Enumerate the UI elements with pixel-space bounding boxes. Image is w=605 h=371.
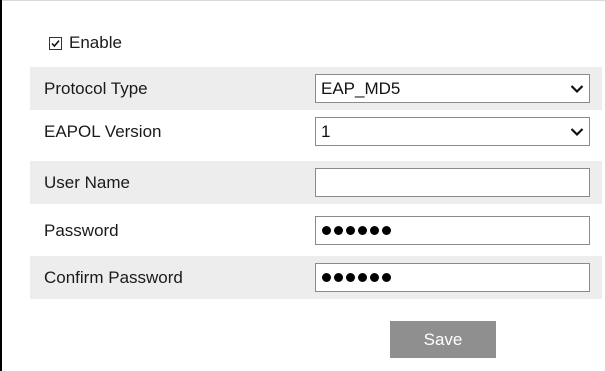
confirm-password-input[interactable] [315,263,590,292]
enable-label: Enable [69,33,122,52]
confirm-password-mask-dot [370,273,379,282]
save-button[interactable]: Save [390,321,496,358]
protocol-type-label: Protocol Type [44,78,148,98]
user-name-row: User Name [30,161,602,204]
confirm-password-label: Confirm Password [44,267,183,287]
chevron-down-icon [570,128,584,137]
password-mask-dot [358,226,367,235]
password-mask-dot [346,226,355,235]
password-row: Password [30,209,602,252]
eapol-version-value: 1 [321,122,331,141]
password-mask-dot [382,226,391,235]
password-mask [322,226,391,235]
confirm-password-mask [322,273,391,282]
eapol-version-label: EAPOL Version [44,121,162,141]
confirm-password-mask-dot [358,273,367,282]
enable-checkbox[interactable] [49,36,62,50]
password-mask-dot [334,226,343,235]
user-name-label: User Name [44,172,130,192]
confirm-password-mask-dot [334,273,343,282]
eapol-version-row: EAPOL Version 1 [30,110,602,153]
chevron-down-icon [570,85,584,94]
password-mask-dot [322,226,331,235]
confirm-password-row: Confirm Password [30,256,602,299]
password-label: Password [44,220,119,240]
enable-option[interactable]: Enable [49,31,122,55]
checkmark-icon [51,39,60,47]
eapol-version-select[interactable]: 1 [315,117,590,146]
confirm-password-mask-dot [322,273,331,282]
panel-top-border [0,0,605,1]
password-mask-dot [370,226,379,235]
confirm-password-mask-dot [346,273,355,282]
protocol-type-select[interactable]: EAP_MD5 [315,74,590,103]
user-name-input[interactable] [315,168,590,197]
panel-left-border [0,0,2,371]
protocol-type-value: EAP_MD5 [321,79,401,98]
password-input[interactable] [315,216,590,245]
protocol-type-row: Protocol Type EAP_MD5 [30,67,602,110]
confirm-password-mask-dot [382,273,391,282]
